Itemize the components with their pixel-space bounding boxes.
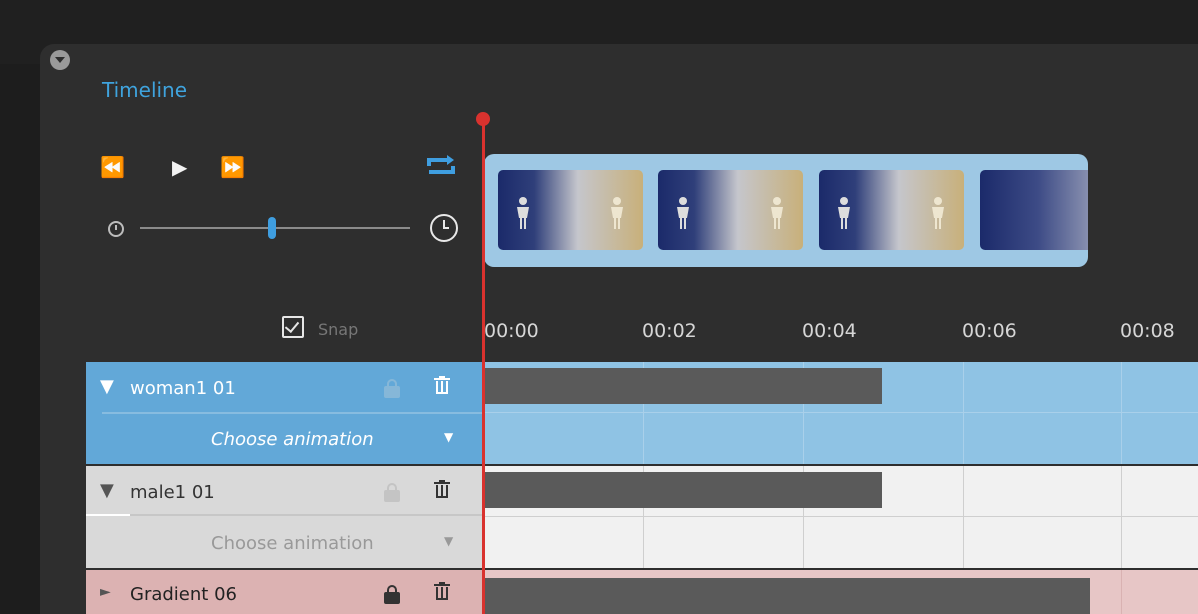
lock-icon[interactable] [384, 585, 400, 604]
clock-large-icon [430, 214, 458, 242]
lock-icon[interactable] [384, 483, 400, 502]
collapse-panel-icon[interactable] [50, 50, 70, 70]
row-separator-highlight [86, 514, 130, 516]
track-expander-icon[interactable]: ▼ [100, 376, 114, 397]
track-expander-icon[interactable]: ► [100, 584, 111, 600]
zoom-slider-thumb[interactable] [268, 217, 277, 239]
play-icon[interactable]: ▶ [172, 155, 187, 179]
clock-small-icon [108, 221, 124, 237]
filmstrip-thumbnail [980, 170, 1088, 250]
woman-figure-icon [517, 197, 529, 229]
clip-bar[interactable] [484, 472, 882, 508]
filmstrip-thumbnail [658, 170, 803, 250]
ruler-tick-label: 00:02 [642, 320, 697, 342]
grid-line [1121, 466, 1122, 568]
trash-icon[interactable] [434, 376, 450, 394]
snap-label: Snap [318, 320, 359, 339]
ruler-tick-label: 00:04 [802, 320, 857, 342]
panel-title: Timeline [102, 78, 188, 102]
filmstrip-thumbnail [498, 170, 643, 250]
grid-line [484, 516, 1198, 517]
clip-bar[interactable] [484, 368, 882, 404]
grid-line [1121, 362, 1122, 464]
filmstrip-thumbnail [819, 170, 964, 250]
ruler-tick-label: 00:08 [1120, 320, 1175, 342]
choose-animation-dropdown[interactable]: Choose animation [211, 429, 374, 450]
clip-bar[interactable] [484, 578, 1090, 614]
dropdown-arrow-icon[interactable]: ▼ [444, 430, 453, 444]
grid-line [963, 466, 964, 568]
playhead[interactable] [482, 118, 485, 614]
woman-figure-icon [677, 197, 689, 229]
woman-figure-icon [932, 197, 944, 229]
track-name[interactable]: male1 01 [130, 482, 215, 503]
choose-animation-dropdown[interactable]: Choose animation [211, 533, 374, 554]
row-separator [102, 412, 484, 414]
woman-figure-icon [771, 197, 783, 229]
dropdown-arrow-icon[interactable]: ▼ [444, 534, 453, 548]
woman-figure-icon [611, 197, 623, 229]
rewind-icon[interactable]: ⏪ [100, 155, 125, 179]
ruler-tick-label: 00:06 [962, 320, 1017, 342]
grid-line [1121, 570, 1122, 614]
trash-icon[interactable] [434, 582, 450, 600]
track-expander-icon[interactable]: ▼ [100, 480, 114, 501]
trash-icon[interactable] [434, 480, 450, 498]
fast-forward-icon[interactable]: ⏩ [220, 155, 245, 179]
woman-figure-icon [838, 197, 850, 229]
snap-checkbox-icon[interactable] [282, 316, 304, 338]
clip-filmstrip[interactable] [484, 154, 1088, 267]
track-name[interactable]: woman1 01 [130, 378, 236, 399]
row-separator [86, 514, 484, 516]
grid-line [963, 362, 964, 464]
lock-icon[interactable] [384, 379, 400, 398]
ruler-tick-label: 00:00 [484, 320, 539, 342]
track-name[interactable]: Gradient 06 [130, 584, 237, 605]
playhead-handle[interactable] [476, 112, 490, 126]
grid-line [484, 412, 1198, 413]
loop-icon[interactable] [425, 152, 457, 180]
